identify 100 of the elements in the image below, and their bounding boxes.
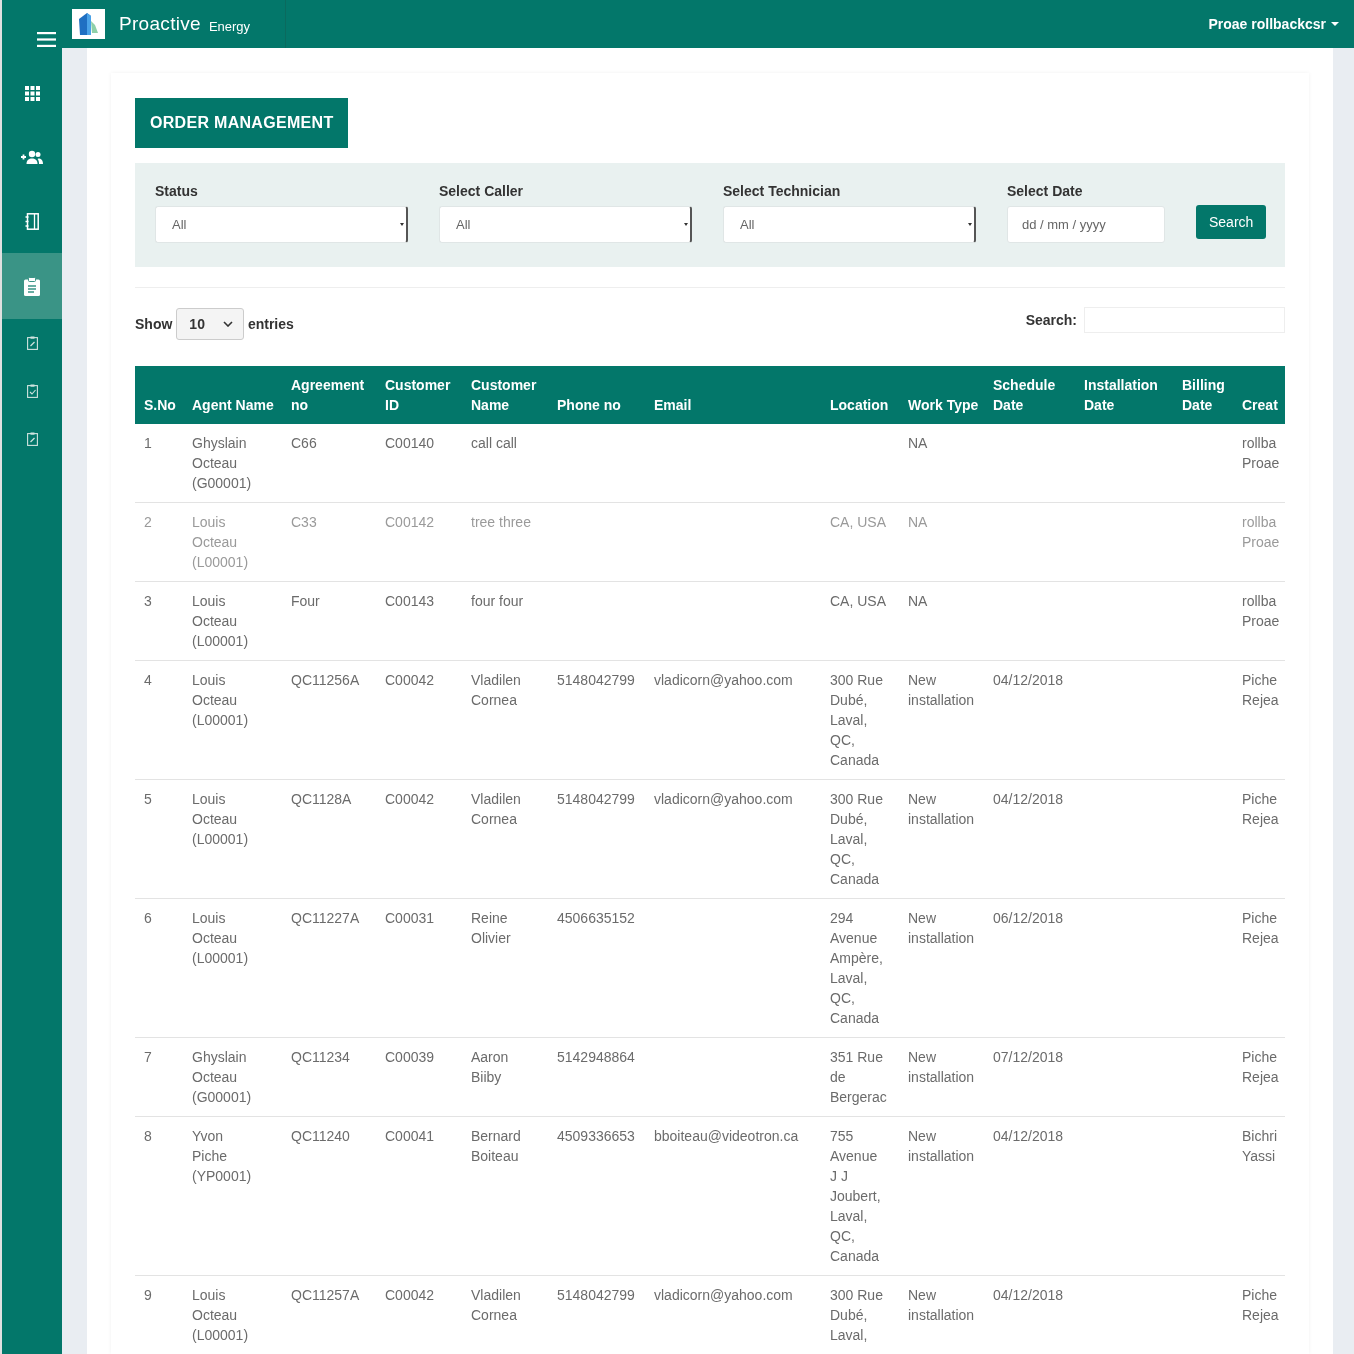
caret-icon [1331,22,1339,26]
table-cell: 04/12/2018 [993,1128,1064,1144]
table-cell: 4509336653 [557,1128,635,1144]
table-cell: QC1128A [291,791,352,807]
grid-icon [24,85,40,101]
table-cell: 755 Avenue J J Joubert, Laval, QC, Canada [830,1128,881,1264]
table-cell: Yvon Piche (YP0001) [192,1128,252,1184]
table-cell: Piche Rejea [1242,672,1279,708]
table-cell: 8 [144,1128,152,1144]
table-cell: NA [908,593,928,609]
table-cell: 07/12/2018 [993,1049,1064,1065]
table-cell: New installation [908,791,975,827]
show-label: Show [135,316,173,332]
table-cell: four four [471,593,524,609]
date-field[interactable]: dd / mm / yyyy [1007,206,1165,243]
filter-dropdown[interactable]: All [155,206,408,243]
filter-dropdown[interactable]: All [723,206,976,243]
table-cell: Ghyslain Octeau (G00001) [192,435,252,491]
table-cell: New installation [908,1049,975,1085]
table-cell: Louis Octeau (L00001) [192,791,249,847]
table-cell: CA, USA [830,593,886,609]
table-cell: 04/12/2018 [993,1287,1064,1303]
column-header[interactable]: Creat [1233,366,1285,424]
table-cell: C66 [291,435,317,451]
table-cell: New installation [908,1128,975,1164]
table-cell: rollba Proae [1242,593,1280,629]
user-menu[interactable]: Proae rollbackcsr [1202,15,1345,33]
table-cell: 4 [144,672,152,688]
filter-label: Select Caller [439,183,525,199]
table-cell: C00041 [385,1128,435,1144]
column-header[interactable]: Billing Date [1173,366,1233,424]
table-cell: C00042 [385,672,435,688]
table-cell: 300 Rue Dubé, Laval, QC, Canada [830,672,883,768]
clipboard-check-icon [26,384,38,398]
filter-dropdown[interactable]: All [439,206,692,243]
table-cell: vladicorn@yahoo.com [654,791,793,807]
table-cell: 1 [144,435,152,451]
column-header[interactable]: S.No [135,366,183,424]
table-cell: 294 Avenue Ampère, Laval, QC, Canada [830,910,883,1026]
table-cell: 300 Rue Dubé, Laval, [830,1287,883,1343]
add-user-icon [21,150,43,164]
table-cell: 351 Rue de Bergerac [830,1049,887,1105]
table-cell: Piche Rejea [1242,910,1279,946]
table-cell: 300 Rue Dubé, Laval, QC, Canada [830,791,883,887]
table-cell: C00140 [385,435,435,451]
table-cell: Louis Octeau (L00001) [192,910,249,966]
table-cell: CA, USA [830,514,886,530]
table-cell: New installation [908,672,975,708]
brand-name: Proactive [119,13,201,35]
table-cell: 3 [144,593,152,609]
column-header[interactable]: Location [821,366,899,424]
column-header[interactable]: Agent Name [183,366,282,424]
table-cell: NA [908,514,928,530]
table-cell: 06/12/2018 [993,910,1064,926]
table-cell: QC11227A [291,910,360,926]
table-cell: Louis Octeau (L00001) [192,593,249,649]
column-header[interactable]: Phone no [548,366,645,424]
clipboard-icon [26,432,38,446]
clipboard-icon [24,276,40,296]
column-header[interactable]: Work Type [899,366,984,424]
menu-icon[interactable] [37,32,56,47]
clipboard-icon [26,336,38,350]
table-cell: call call [471,435,517,451]
column-header[interactable]: Customer ID [376,366,462,424]
sidebar-item[interactable] [2,253,62,319]
entries-label: entries [247,316,294,332]
table-cell: 5148042799 [557,672,635,688]
column-header[interactable]: Installation Date [1075,366,1173,424]
search-button[interactable]: Search [1196,205,1267,239]
column-header[interactable]: Agreement no [282,366,376,424]
entries-dropdown[interactable]: 10 [176,308,244,340]
table-cell: 6 [144,910,152,926]
table-cell: C00039 [385,1049,435,1065]
brand-subtitle: Energy [208,18,251,34]
table-cell: Louis Octeau (L00001) [192,514,249,570]
table-cell: New installation [908,910,975,946]
column-header[interactable]: Customer Name [462,366,548,424]
table-cell: 5148042799 [557,1287,635,1303]
table-cell: Bernard Boiteau [471,1128,521,1164]
column-header[interactable]: Email [645,366,821,424]
table-cell: 9 [144,1287,152,1303]
table-cell: C00042 [385,791,435,807]
table-cell: vladicorn@yahoo.com [654,672,793,688]
chevron-icon [222,321,233,327]
filter-label: Select Date [1007,183,1084,199]
table-cell: QC11256A [291,672,360,688]
column-header[interactable]: Schedule Date [984,366,1075,424]
table-cell: Piche Rejea [1242,1049,1279,1085]
table-cell: C00143 [385,593,435,609]
table-cell: Louis Octeau (L00001) [192,1287,249,1343]
table-cell: New installation [908,1287,975,1323]
table-cell: Aaron Biiby [471,1049,509,1085]
table-cell: 04/12/2018 [993,791,1064,807]
caret-icon [968,221,972,228]
table-cell: C33 [291,514,317,530]
table-cell: C00031 [385,910,435,926]
notebook-icon [25,212,39,230]
table-cell: 5148042799 [557,791,635,807]
table-cell: 5142948864 [557,1049,635,1065]
table-cell: 4506635152 [557,910,635,926]
